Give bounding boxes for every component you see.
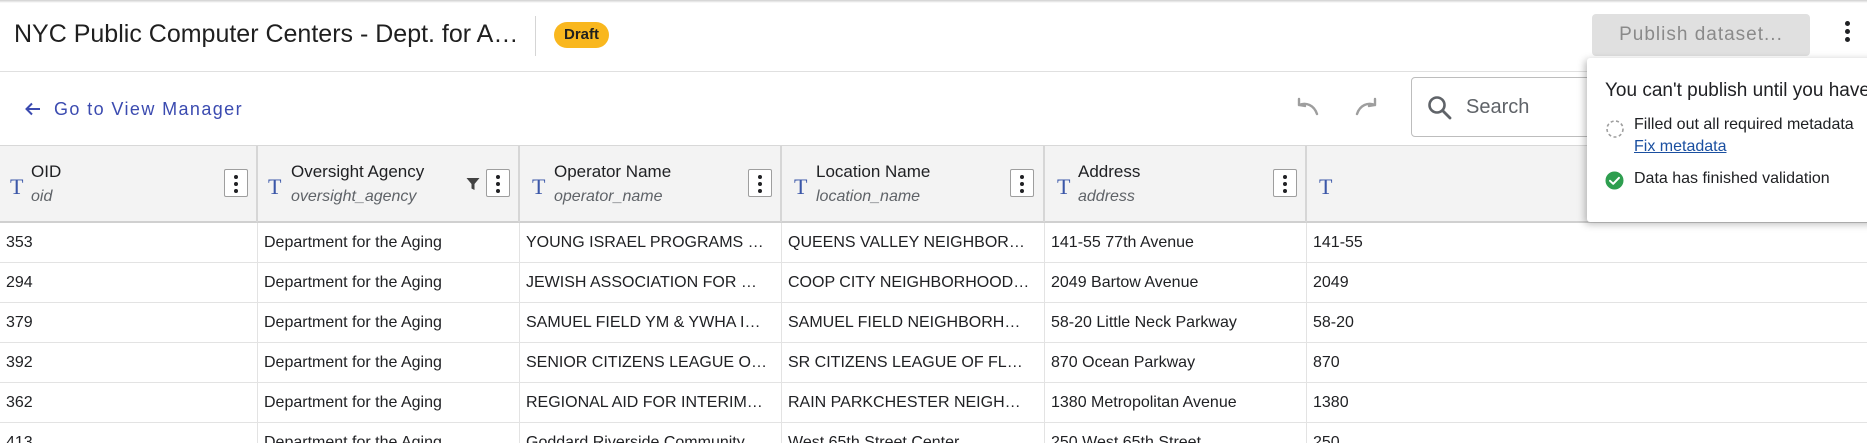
- column-field-name: oid: [31, 188, 53, 205]
- column-name: Operator Name: [554, 162, 672, 181]
- cell-number: 58-20: [1313, 314, 1354, 331]
- cell-oversight-agency: Department for the Aging: [258, 343, 520, 383]
- column-field-name: oversight_agency: [291, 188, 417, 205]
- cell-location-name: SR CITIZENS LEAGUE OF FLATBUSH N...: [782, 343, 1045, 383]
- cell-oversight-agency: Department for the Aging: [258, 303, 520, 343]
- cell-location-name: RAIN PARKCHESTER NEIGHBORHOOD...: [782, 383, 1045, 423]
- cell-location-name: West 65th Street Center: [782, 423, 1045, 443]
- cell-address: 870 Ocean Parkway: [1045, 343, 1307, 383]
- fix-metadata-link[interactable]: Fix metadata: [1634, 138, 1726, 156]
- check-circle-icon: [1605, 171, 1624, 190]
- more-options-icon[interactable]: [1838, 18, 1856, 52]
- column-header-address[interactable]: T Address address: [1045, 146, 1307, 222]
- text-type-icon: T: [794, 174, 808, 199]
- text-type-icon: T: [532, 174, 546, 199]
- requirement-label: Filled out all required metadata: [1634, 116, 1854, 133]
- arrow-left-icon: [25, 102, 40, 116]
- column-field-name: address: [1078, 188, 1135, 205]
- cell-location-name: SAMUEL FIELD NEIGHBORHOOD SENI...: [782, 303, 1045, 343]
- cell-location-name: QUEENS VALLEY NEIGHBORHOOD SE...: [782, 223, 1045, 263]
- cell-address: 141-55 77th Avenue: [1045, 223, 1307, 263]
- cell-oid: 353: [0, 223, 258, 263]
- cell-address: 2049 Bartow Avenue: [1045, 263, 1307, 303]
- column-name: Address: [1078, 162, 1141, 181]
- text-type-icon: T: [268, 174, 282, 199]
- cell-operator-name: YOUNG ISRAEL PROGRAMS INC: [520, 223, 782, 263]
- redo-icon[interactable]: [1352, 94, 1382, 120]
- cell-oid: 294: [0, 263, 258, 303]
- table-row[interactable]: 413 Department for the Aging Goddard Riv…: [0, 423, 1867, 443]
- cell-oid: 379: [0, 303, 258, 343]
- column-name: OID: [31, 162, 62, 181]
- table-row[interactable]: 392 Department for the Aging SENIOR CITI…: [0, 343, 1867, 383]
- column-menu-icon[interactable]: [748, 169, 772, 197]
- search-icon: [1428, 96, 1452, 120]
- table-row[interactable]: 379 Department for the Aging SAMUEL FIEL…: [0, 303, 1867, 343]
- undo-icon[interactable]: [1292, 94, 1322, 120]
- column-field-name: location_name: [816, 188, 921, 205]
- column-field-name: operator_name: [554, 188, 663, 205]
- column-header-operator-name[interactable]: T Operator Name operator_name: [520, 146, 782, 222]
- table-row[interactable]: 362 Department for the Aging REGIONAL AI…: [0, 383, 1867, 423]
- text-type-icon: T: [1057, 174, 1071, 199]
- cell-operator-name: SENIOR CITIZENS LEAGUE OF FLATBU...: [520, 343, 782, 383]
- column-header-oid[interactable]: T OID oid: [0, 146, 258, 222]
- cell-oversight-agency: Department for the Aging: [258, 383, 520, 423]
- column-header-location-name[interactable]: T Location Name location_name: [782, 146, 1045, 222]
- cell-oid: 362: [0, 383, 258, 423]
- text-type-icon: T: [10, 174, 24, 199]
- cell-number: 2049: [1313, 274, 1349, 291]
- column-header-oversight-agency[interactable]: T Oversight Agency oversight_agency: [258, 146, 520, 222]
- cell-location-name: COOP CITY NEIGHBORHOOD SENIOR ...: [782, 263, 1045, 303]
- go-to-view-manager-link[interactable]: Go to View Manager: [24, 96, 243, 122]
- cell-operator-name: JEWISH ASSOCIATION FOR SERVICES ...: [520, 263, 782, 303]
- cell-address: 1380 Metropolitan Avenue: [1045, 383, 1307, 423]
- pending-status-icon: [1606, 120, 1624, 138]
- cell-operator-name: SAMUEL FIELD YM & YWHA INC: [520, 303, 782, 343]
- cell-operator-name: REGIONAL AID FOR INTERIM NEEDS I...: [520, 383, 782, 423]
- column-menu-icon[interactable]: [486, 169, 510, 197]
- back-link-label: Go to View Manager: [54, 98, 243, 119]
- column-menu-icon[interactable]: [1010, 169, 1034, 197]
- column-name: Oversight Agency: [291, 162, 425, 181]
- cell-number: 1380: [1313, 394, 1349, 411]
- cell-oversight-agency: Department for the Aging: [258, 263, 520, 303]
- column-menu-icon[interactable]: [224, 169, 248, 197]
- popover-title: You can't publish until you have:: [1605, 80, 1867, 101]
- cell-address: 250 West 65th Street: [1045, 423, 1307, 443]
- cell-oversight-agency: Department for the Aging: [258, 423, 520, 443]
- table-row[interactable]: 294 Department for the Aging JEWISH ASSO…: [0, 263, 1867, 303]
- title-divider: [535, 16, 536, 56]
- requirement-label: Data has finished validation: [1634, 170, 1830, 187]
- filter-icon[interactable]: [466, 177, 480, 191]
- draft-badge: Draft: [554, 22, 610, 48]
- column-name: Location Name: [816, 162, 931, 181]
- text-type-icon: T: [1319, 174, 1333, 199]
- dataset-title: NYC Public Computer Centers - Dept. for …: [14, 20, 519, 48]
- cell-number: 870: [1313, 354, 1340, 371]
- search-placeholder: Search: [1466, 96, 1530, 118]
- cell-number: 141-55: [1313, 234, 1363, 251]
- publish-dataset-button[interactable]: Publish dataset...: [1592, 14, 1810, 56]
- publish-requirements-popover: You can't publish until you have: Filled…: [1587, 58, 1867, 222]
- cell-oid: 413: [0, 423, 258, 443]
- cell-oversight-agency: Department for the Aging: [258, 223, 520, 263]
- table-row[interactable]: 353 Department for the Aging YOUNG ISRAE…: [0, 223, 1867, 263]
- cell-number: 250: [1313, 434, 1340, 443]
- cell-operator-name: Goddard Riverside Community Cent...: [520, 423, 782, 443]
- column-menu-icon[interactable]: [1273, 169, 1297, 197]
- cell-oid: 392: [0, 343, 258, 383]
- cell-address: 58-20 Little Neck Parkway: [1045, 303, 1307, 343]
